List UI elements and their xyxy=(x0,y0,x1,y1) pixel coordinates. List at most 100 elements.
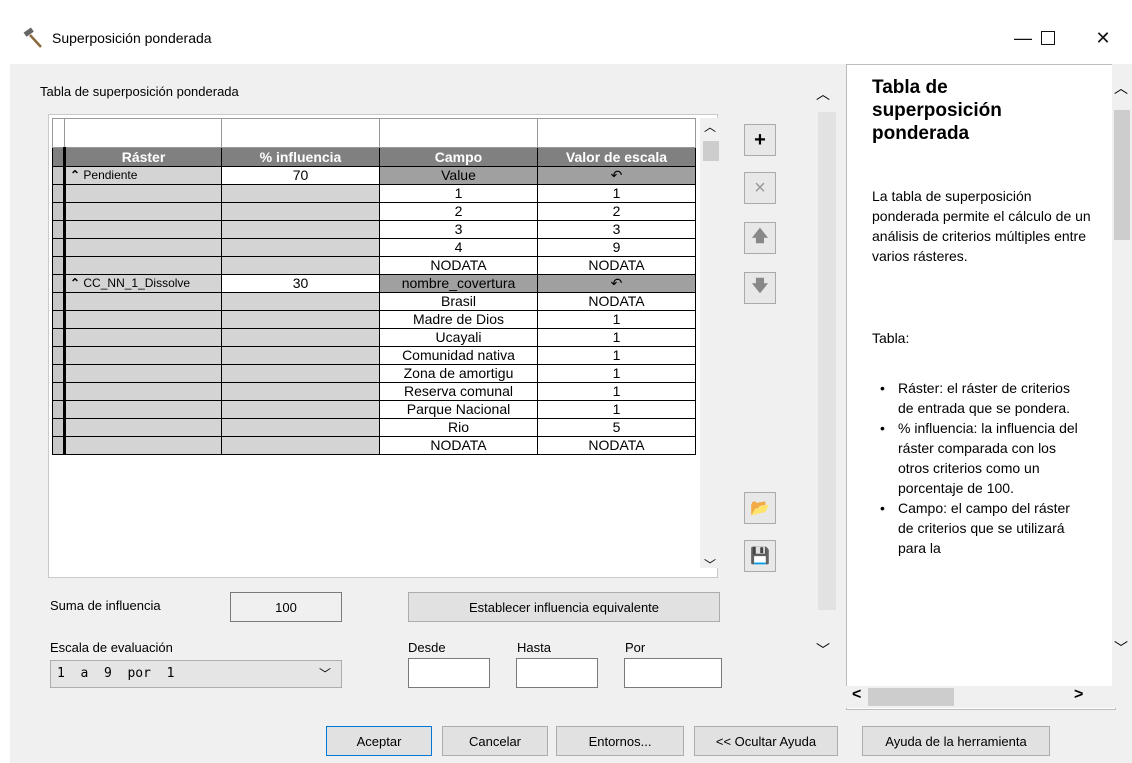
table-row[interactable]: Zona de amortigu 1 xyxy=(52,364,696,383)
help-scroll-left-icon[interactable]: < xyxy=(852,686,861,704)
cancel-button[interactable]: Cancelar xyxy=(442,726,548,756)
scale-reset-icon[interactable]: ↶ xyxy=(537,166,696,185)
open-button[interactable]: 📂 xyxy=(744,492,776,524)
table-row[interactable]: Rio 5 xyxy=(52,418,696,437)
remove-raster-button[interactable]: × xyxy=(744,172,776,204)
table-scroll-down-icon[interactable]: ﹀ xyxy=(704,556,716,573)
influence-cell[interactable]: 70 xyxy=(221,166,380,185)
accept-button[interactable]: Aceptar xyxy=(326,726,432,756)
row-selector[interactable] xyxy=(52,346,66,365)
influence-cell-empty xyxy=(221,436,380,455)
help-scroll-thumb[interactable] xyxy=(1114,110,1130,240)
scroll-down-icon[interactable]: ﹀ xyxy=(816,640,830,660)
scale-value-cell[interactable]: NODATA xyxy=(537,256,696,275)
scale-select[interactable]: 1 a 9 por 1 ﹀ xyxy=(50,660,342,688)
help-hscroll-thumb[interactable] xyxy=(868,688,954,706)
hide-help-button[interactable]: << Ocultar Ayuda xyxy=(694,726,838,756)
table-scroll-thumb[interactable] xyxy=(703,141,719,161)
window-title: Superposición ponderada xyxy=(52,30,212,46)
scale-value-cell[interactable]: 1 xyxy=(537,346,696,365)
table-row[interactable]: 33 xyxy=(52,220,696,239)
tool-help-button[interactable]: Ayuda de la herramienta xyxy=(862,726,1050,756)
scale-value-cell[interactable]: 9 xyxy=(537,238,696,257)
table-row[interactable]: NODATA NODATA xyxy=(52,256,696,275)
add-raster-button[interactable]: + xyxy=(744,124,776,156)
collapse-icon[interactable]: ⌃ xyxy=(70,168,83,182)
scale-reset-icon[interactable]: ↶ xyxy=(537,274,696,293)
scale-value-cell[interactable]: NODATA xyxy=(537,436,696,455)
scale-value-cell[interactable]: 5 xyxy=(537,418,696,437)
table-row[interactable]: ⌃ Pendiente 70 Value ↶ xyxy=(52,166,696,185)
row-selector[interactable] xyxy=(52,256,66,275)
table-row[interactable]: Reserva comunal 1 xyxy=(52,382,696,401)
table-row[interactable]: Parque Nacional 1 xyxy=(52,400,696,419)
row-selector[interactable] xyxy=(52,436,66,455)
column-header[interactable]: Valor de escala xyxy=(537,147,696,167)
help-intro: La tabla de superposición ponderada perm… xyxy=(872,188,1091,264)
help-scroll-down-icon[interactable]: ﹀ xyxy=(1114,638,1128,658)
help-scroll-up-icon[interactable]: ︿ xyxy=(1114,78,1128,98)
table-row[interactable]: Comunidad nativa 1 xyxy=(52,346,696,365)
row-selector[interactable] xyxy=(52,166,66,185)
raster-cell[interactable]: ⌃ CC_NN_1_Dissolve xyxy=(64,274,222,293)
from-input[interactable] xyxy=(408,658,490,688)
table-row[interactable]: 49 xyxy=(52,238,696,257)
scale-value-cell[interactable]: 1 xyxy=(537,382,696,401)
raster-cell[interactable]: ⌃ Pendiente xyxy=(64,166,222,185)
column-header[interactable]: Campo xyxy=(379,147,538,167)
panel-scrollbar[interactable] xyxy=(818,112,836,610)
influence-cell-empty xyxy=(221,364,380,383)
scale-value-cell[interactable]: 1 xyxy=(537,184,696,203)
table-row[interactable]: 22 xyxy=(52,202,696,221)
table-row[interactable]: 11 xyxy=(52,184,696,203)
row-selector[interactable] xyxy=(52,292,66,311)
field-cell[interactable]: nombre_covertura xyxy=(379,274,538,293)
row-selector[interactable] xyxy=(52,382,66,401)
row-selector[interactable] xyxy=(52,418,66,437)
row-selector[interactable] xyxy=(52,310,66,329)
row-selector[interactable] xyxy=(52,238,66,257)
table-row[interactable]: ⌃ CC_NN_1_Dissolve 30 nombre_covertura ↶ xyxy=(52,274,696,293)
collapse-icon[interactable]: ⌃ xyxy=(70,276,83,290)
table-scroll-up-icon[interactable]: ︿ xyxy=(704,118,716,135)
field-value-cell: Parque Nacional xyxy=(379,400,538,419)
scale-value-cell[interactable]: NODATA xyxy=(537,292,696,311)
help-scroll-right-icon[interactable]: > xyxy=(1074,686,1083,704)
column-header[interactable]: % influencia xyxy=(221,147,380,167)
scale-value-cell[interactable]: 1 xyxy=(537,400,696,419)
by-input[interactable] xyxy=(624,658,722,688)
to-input[interactable] xyxy=(516,658,598,688)
scroll-up-icon[interactable]: ︿ xyxy=(816,84,830,104)
row-selector[interactable] xyxy=(52,220,66,239)
close-button[interactable]: ✕ xyxy=(1080,18,1126,58)
field-cell[interactable]: Value xyxy=(379,166,538,185)
field-value-cell: NODATA xyxy=(379,256,538,275)
row-selector[interactable] xyxy=(52,184,66,203)
equal-influence-button[interactable]: Establecer influencia equivalente xyxy=(408,592,720,622)
table-row[interactable]: NODATA NODATA xyxy=(52,436,696,455)
column-header[interactable]: Ráster xyxy=(64,147,222,167)
table-row[interactable]: Ucayali 1 xyxy=(52,328,696,347)
scale-value-cell[interactable]: 1 xyxy=(537,364,696,383)
row-selector[interactable] xyxy=(52,364,66,383)
influence-cell[interactable]: 30 xyxy=(221,274,380,293)
row-selector[interactable] xyxy=(52,400,66,419)
move-up-button[interactable]: 🡅 xyxy=(744,222,776,254)
scale-value-cell[interactable]: 3 xyxy=(537,220,696,239)
table-scrollbar[interactable] xyxy=(700,118,720,568)
raster-cell-empty xyxy=(64,256,222,275)
save-button[interactable]: 💾 xyxy=(744,540,776,572)
table-header-row: Ráster% influencia Campo Valor de escala xyxy=(52,147,696,167)
table-row[interactable]: Brasil NODATA xyxy=(52,292,696,311)
scale-value-cell[interactable]: 2 xyxy=(537,202,696,221)
maximize-button[interactable] xyxy=(1025,18,1071,58)
scale-value-cell[interactable]: 1 xyxy=(537,310,696,329)
table-row[interactable]: Madre de Dios 1 xyxy=(52,310,696,329)
row-selector[interactable] xyxy=(52,274,66,293)
row-selector[interactable] xyxy=(52,202,66,221)
row-selector[interactable] xyxy=(52,328,66,347)
raster-cell-empty xyxy=(64,418,222,437)
scale-value-cell[interactable]: 1 xyxy=(537,328,696,347)
move-down-button[interactable]: 🡇 xyxy=(744,272,776,304)
environments-button[interactable]: Entornos... xyxy=(556,726,684,756)
